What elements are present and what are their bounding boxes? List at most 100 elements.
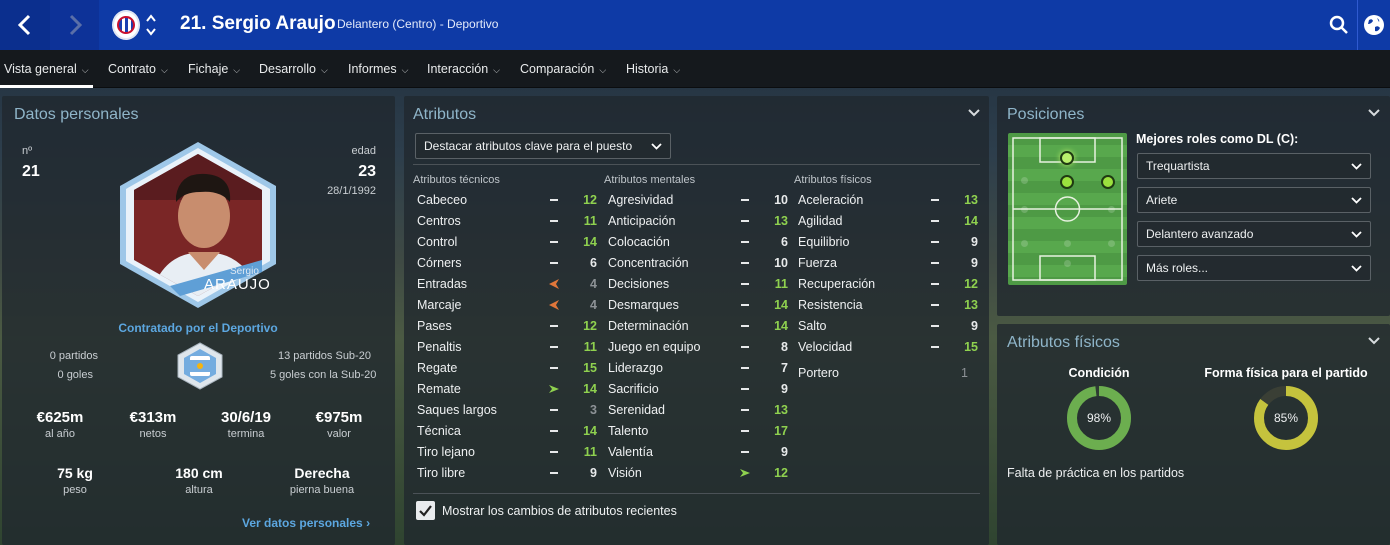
tab-label: Comparación <box>520 62 595 76</box>
tab-label: Informes <box>348 62 397 76</box>
attribute-row[interactable]: Tiro libre 9 <box>417 463 597 484</box>
position-slot <box>1064 260 1071 267</box>
attribute-name: Centros <box>417 214 461 228</box>
world-button[interactable] <box>1358 0 1390 50</box>
tab-label: Desarrollo <box>259 62 316 76</box>
attribute-row[interactable]: Visión 12 <box>608 463 788 484</box>
attribute-row[interactable]: Córners 6 <box>417 253 597 274</box>
forward-button[interactable] <box>50 0 99 50</box>
view-personal-link[interactable]: Ver datos personales › <box>242 516 370 530</box>
attribute-row[interactable]: Saques largos 3 <box>417 400 597 421</box>
attribute-row[interactable]: Determinación 14 <box>608 316 788 337</box>
attribute-row[interactable]: Liderazgo 7 <box>608 358 788 379</box>
attribute-row[interactable]: Valentía 9 <box>608 442 788 463</box>
attribute-row[interactable]: Anticipación 13 <box>608 211 788 232</box>
attribute-row[interactable]: Aceleración 13 <box>798 190 978 211</box>
tab-fichaje[interactable]: Fichaje ⌵ <box>188 50 240 88</box>
attribute-name: Resistencia <box>798 298 863 312</box>
attribute-row[interactable]: Regate 15 <box>417 358 597 379</box>
attribute-row[interactable]: Técnica 14 <box>417 421 597 442</box>
tab-historia[interactable]: Historia ⌵ <box>626 50 680 88</box>
trend-down-icon <box>548 276 560 292</box>
goalkeeper-value: 1 <box>961 366 968 380</box>
attribute-row[interactable]: Juego en equipo 8 <box>608 337 788 358</box>
attribute-name: Marcaje <box>417 298 462 312</box>
roles-label: Mejores roles como DL (C): <box>1136 132 1299 146</box>
role-dropdown-more[interactable]: Más roles... <box>1137 255 1371 281</box>
attribute-row[interactable]: Resistencia 13 <box>798 295 978 316</box>
attribute-name: Remate <box>417 382 461 396</box>
attribute-row[interactable]: Decisiones 11 <box>608 274 788 295</box>
role-dropdown-trequartista[interactable]: Trequartista <box>1137 153 1371 179</box>
attribute-row[interactable]: Remate 14 <box>417 379 597 400</box>
attribute-name: Decisiones <box>608 277 670 291</box>
attribute-row[interactable]: Concentración 10 <box>608 253 788 274</box>
position-dot-st[interactable] <box>1060 151 1074 165</box>
dropdown-label: Ariete <box>1146 193 1178 207</box>
back-button[interactable] <box>0 0 50 50</box>
attribute-row[interactable]: Sacrificio 9 <box>608 379 788 400</box>
divider <box>413 164 980 165</box>
tab-desarrollo[interactable]: Desarrollo ⌵ <box>259 50 328 88</box>
position-dot-amr[interactable] <box>1101 175 1115 189</box>
attribute-value: 9 <box>971 319 978 333</box>
tab-vista-general[interactable]: Vista general ⌵ <box>0 50 93 88</box>
attribute-row[interactable]: Pases 12 <box>417 316 597 337</box>
tab-comparacion[interactable]: Comparación ⌵ <box>520 50 606 88</box>
attribute-row[interactable]: Centros 11 <box>417 211 597 232</box>
chevron-down-icon <box>1351 222 1362 254</box>
tab-contrato[interactable]: Contrato ⌵ <box>108 50 168 88</box>
attribute-row[interactable]: Fuerza 9 <box>798 253 978 274</box>
attribute-row[interactable]: Salto 9 <box>798 316 978 337</box>
trend-flat-icon <box>739 444 751 460</box>
attribute-row[interactable]: Penaltis 11 <box>417 337 597 358</box>
highlight-dropdown[interactable]: Destacar atributos clave para el puesto <box>415 133 671 159</box>
role-dropdown-delantero-avanzado[interactable]: Delantero avanzado <box>1137 221 1371 247</box>
attribute-value: 11 <box>774 277 788 291</box>
trend-flat-icon <box>548 234 560 250</box>
wage-label: al año <box>45 428 75 440</box>
attribute-row[interactable]: Colocación 6 <box>608 232 788 253</box>
tab-informes[interactable]: Informes ⌵ <box>348 50 408 88</box>
attribute-row[interactable]: Agilidad 14 <box>798 211 978 232</box>
number-value: 21 <box>22 163 40 180</box>
youth-matches: 13 partidos Sub-20 <box>278 350 371 362</box>
condition-label: Condición <box>1068 366 1130 380</box>
attribute-name: Tiro lejano <box>417 445 475 459</box>
trend-flat-icon <box>929 297 941 313</box>
show-changes-checkbox[interactable] <box>416 501 435 520</box>
height-value: 180 cm <box>175 465 223 481</box>
attribute-row[interactable]: Velocidad 15 <box>798 337 978 358</box>
trend-flat-icon <box>929 192 941 208</box>
argentina-badge-icon[interactable] <box>175 342 225 390</box>
attribute-row[interactable]: Entradas 4 <box>417 274 597 295</box>
attribute-name: Agilidad <box>798 214 843 228</box>
attribute-row[interactable]: Equilibrio 9 <box>798 232 978 253</box>
player-switcher[interactable] <box>145 12 157 43</box>
trend-up-icon <box>548 381 560 397</box>
contract-club-link[interactable]: Contratado por el Deportivo <box>118 321 277 335</box>
attribute-row[interactable]: Recuperación 12 <box>798 274 978 295</box>
role-dropdown-ariete[interactable]: Ariete <box>1137 187 1371 213</box>
chevron-down-icon[interactable] <box>968 108 980 118</box>
attribute-value: 17 <box>774 424 788 438</box>
attribute-row[interactable]: Serenidad 13 <box>608 400 788 421</box>
club-matches: 0 partidos <box>49 350 98 362</box>
search-button[interactable] <box>1320 0 1358 50</box>
attribute-row[interactable]: Cabeceo 12 <box>417 190 597 211</box>
attribute-row[interactable]: Tiro lejano 11 <box>417 442 597 463</box>
tab-interaccion[interactable]: Interacción ⌵ <box>427 50 500 88</box>
chevron-down-icon[interactable] <box>1368 108 1380 118</box>
position-dot-amc[interactable] <box>1060 175 1074 189</box>
attribute-name: Velocidad <box>798 340 853 354</box>
attribute-row[interactable]: Desmarques 14 <box>608 295 788 316</box>
weight-value: 75 kg <box>57 465 93 481</box>
attribute-row[interactable]: Marcaje 4 <box>417 295 597 316</box>
attribute-row[interactable]: Agresividad 10 <box>608 190 788 211</box>
chevron-down-icon: ⌵ <box>673 65 681 75</box>
attribute-row[interactable]: Talento 17 <box>608 421 788 442</box>
club-crest[interactable] <box>112 10 140 40</box>
chevron-down-icon[interactable] <box>1368 336 1380 346</box>
attribute-row[interactable]: Control 14 <box>417 232 597 253</box>
chevron-down-icon: ⌵ <box>320 65 328 75</box>
